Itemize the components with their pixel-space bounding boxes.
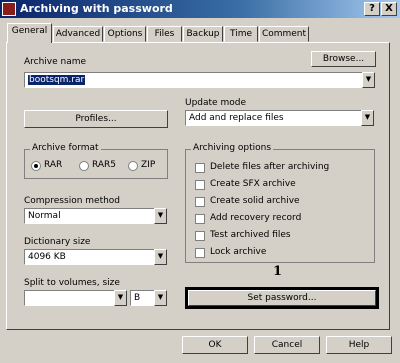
tab-comment[interactable]: Comment xyxy=(259,26,309,42)
create-solid-label: Create solid archive xyxy=(210,196,300,206)
archive-name-dropdown-arrow[interactable]: ▼ xyxy=(362,72,375,88)
update-mode-dropdown-arrow[interactable]: ▼ xyxy=(361,110,374,126)
split-unit-dropdown-arrow[interactable]: ▼ xyxy=(154,290,167,306)
zip-radio[interactable] xyxy=(128,161,138,171)
archiving-options-label: Archiving options xyxy=(191,143,274,153)
lock-archive-label: Lock archive xyxy=(210,247,267,257)
rar-radio-label: RAR xyxy=(44,160,63,170)
split-volumes-label: Split to volumes, size xyxy=(24,278,120,288)
delete-files-checkbox[interactable] xyxy=(195,163,205,173)
split-volumes-dropdown-arrow[interactable]: ▼ xyxy=(114,290,127,306)
rar5-radio-label: RAR5 xyxy=(92,160,117,170)
tab-backup[interactable]: Backup xyxy=(183,26,223,42)
tab-files[interactable]: Files xyxy=(147,26,182,42)
tab-options[interactable]: Options xyxy=(104,26,146,42)
recovery-record-checkbox[interactable] xyxy=(195,214,205,224)
test-archived-checkbox[interactable] xyxy=(195,231,205,241)
split-unit-select[interactable]: B xyxy=(130,290,156,306)
test-archived-label: Test archived files xyxy=(210,230,291,240)
tab-general[interactable]: General xyxy=(7,23,52,43)
compression-method-label: Compression method xyxy=(24,196,121,206)
update-mode-select[interactable]: Add and replace files xyxy=(185,110,363,126)
compression-method-select[interactable]: Normal xyxy=(24,208,155,224)
dictionary-size-select[interactable]: 4096 KB xyxy=(24,249,155,265)
tab-time[interactable]: Time xyxy=(224,26,258,42)
create-sfx-label: Create SFX archive xyxy=(210,179,296,189)
create-sfx-checkbox[interactable] xyxy=(195,180,205,190)
help-button[interactable]: Help xyxy=(326,336,392,354)
archive-name-value: bootsqm.rar xyxy=(28,75,86,85)
create-solid-checkbox[interactable] xyxy=(195,197,205,207)
lock-archive-checkbox[interactable] xyxy=(195,248,205,258)
zip-radio-label: ZIP xyxy=(141,160,156,170)
annotation-number: 1 xyxy=(273,264,283,279)
set-password-button[interactable]: Set password... xyxy=(188,290,376,306)
winrar-icon xyxy=(2,2,16,16)
split-volumes-input[interactable] xyxy=(24,290,116,306)
dictionary-dropdown-arrow[interactable]: ▼ xyxy=(154,249,167,265)
profiles-button[interactable]: Profiles... xyxy=(24,110,168,128)
ok-button[interactable]: OK xyxy=(182,336,248,354)
dictionary-size-label: Dictionary size xyxy=(24,237,91,247)
delete-files-label: Delete files after archiving xyxy=(210,162,330,172)
window-title: Archiving with password xyxy=(20,2,173,15)
help-title-button[interactable]: ? xyxy=(364,2,380,16)
update-mode-label: Update mode xyxy=(185,98,246,108)
close-button[interactable]: X xyxy=(381,2,397,16)
archive-name-label: Archive name xyxy=(24,57,87,67)
browse-button[interactable]: Browse... xyxy=(311,51,376,67)
recovery-record-label: Add recovery record xyxy=(210,213,302,223)
cancel-button[interactable]: Cancel xyxy=(254,336,320,354)
rar5-radio[interactable] xyxy=(79,161,89,171)
tab-advanced[interactable]: Advanced xyxy=(53,26,103,42)
rar-radio[interactable] xyxy=(31,161,41,171)
archive-format-label: Archive format xyxy=(30,143,101,153)
compression-dropdown-arrow[interactable]: ▼ xyxy=(154,208,167,224)
archive-name-input[interactable]: bootsqm.rar xyxy=(24,72,364,88)
